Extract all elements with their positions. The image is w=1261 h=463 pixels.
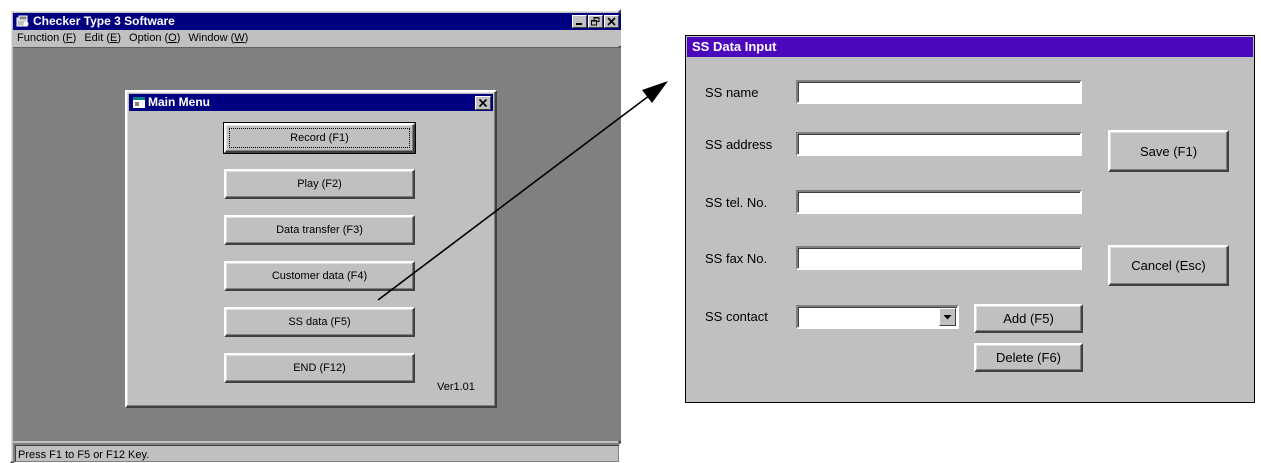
restore-button[interactable] bbox=[588, 15, 603, 28]
version-label: Ver1.01 bbox=[437, 381, 475, 393]
app-titlebar[interactable]: Checker Type 3 Software bbox=[13, 13, 621, 30]
main-menu-title: Main Menu bbox=[148, 95, 210, 109]
menu-window-key: W bbox=[234, 32, 245, 44]
menu-window[interactable]: Window (W) bbox=[184, 31, 252, 45]
menu-edit-label: Edit bbox=[84, 32, 107, 44]
ss-data-button[interactable]: SS data (F5) bbox=[224, 307, 415, 337]
ss-contact-dropdown-button[interactable] bbox=[939, 308, 956, 326]
app-icon bbox=[16, 15, 30, 28]
ss-address-label: SS address bbox=[705, 137, 773, 152]
ss-contact-select[interactable] bbox=[796, 305, 959, 329]
status-bar: Press F1 to F5 or F12 Key. bbox=[13, 443, 621, 463]
data-transfer-button[interactable]: Data transfer (F3) bbox=[224, 215, 415, 245]
minimize-button[interactable] bbox=[572, 15, 587, 28]
menu-function-paren-close: ) bbox=[72, 32, 77, 44]
end-button[interactable]: END (F12) bbox=[224, 353, 415, 383]
cancel-button[interactable]: Cancel (Esc) bbox=[1108, 245, 1229, 286]
ss-data-input-title: SS Data Input bbox=[692, 39, 777, 54]
save-button-label: Save (F1) bbox=[1139, 143, 1198, 159]
menu-bar: Function (F) Edit (E) Option (O) Window … bbox=[13, 30, 621, 46]
main-menu-window: Main Menu Record (F1) Play (F2) Data tra… bbox=[125, 90, 497, 408]
data-transfer-button-label: Data transfer (F3) bbox=[276, 224, 363, 236]
minimize-icon bbox=[576, 23, 582, 25]
add-button[interactable]: Add (F5) bbox=[974, 304, 1083, 333]
menu-function-label: Function bbox=[17, 32, 63, 44]
customer-data-button-label: Customer data (F4) bbox=[271, 270, 368, 282]
ss-fax-input[interactable] bbox=[796, 246, 1082, 270]
restore-icon bbox=[591, 17, 600, 26]
menu-window-label: Window bbox=[188, 32, 231, 44]
menu-option[interactable]: Option (O) bbox=[125, 31, 184, 45]
end-button-label: END (F12) bbox=[293, 362, 346, 374]
play-button[interactable]: Play (F2) bbox=[224, 169, 415, 199]
status-text: Press F1 to F5 or F12 Key. bbox=[18, 449, 150, 461]
window-icon bbox=[132, 96, 146, 112]
menu-option-key: O bbox=[168, 32, 177, 44]
ss-data-input-window: SS Data Input SS name SS address SS tel.… bbox=[685, 35, 1255, 403]
ss-data-input-titlebar[interactable]: SS Data Input bbox=[687, 37, 1253, 57]
ss-address-input[interactable] bbox=[796, 132, 1082, 156]
menu-option-label: Option bbox=[129, 32, 165, 44]
menu-window-paren-close: ) bbox=[244, 32, 249, 44]
play-button-label: Play (F2) bbox=[297, 178, 342, 190]
app-title: Checker Type 3 Software bbox=[33, 14, 175, 28]
ss-contact-label: SS contact bbox=[705, 309, 768, 324]
delete-button[interactable]: Delete (F6) bbox=[974, 343, 1083, 372]
menu-function-key: F bbox=[65, 32, 73, 44]
main-menu-titlebar[interactable]: Main Menu bbox=[129, 94, 493, 111]
menu-edit-paren-close: ) bbox=[117, 32, 122, 44]
ss-tel-input[interactable] bbox=[796, 190, 1082, 214]
main-menu-close-button[interactable] bbox=[475, 96, 491, 110]
ss-tel-label: SS tel. No. bbox=[705, 195, 768, 210]
ss-data-button-label: SS data (F5) bbox=[288, 316, 351, 328]
customer-data-button[interactable]: Customer data (F4) bbox=[224, 261, 415, 291]
window-controls bbox=[571, 15, 619, 28]
add-button-label: Add (F5) bbox=[1003, 311, 1054, 326]
record-button[interactable]: Record (F1) bbox=[223, 122, 416, 154]
menu-function[interactable]: Function (F) bbox=[13, 31, 80, 45]
close-icon bbox=[607, 17, 616, 26]
save-button[interactable]: Save (F1) bbox=[1108, 130, 1229, 172]
ss-name-input[interactable] bbox=[796, 80, 1082, 104]
menu-option-paren-close: ) bbox=[176, 32, 181, 44]
record-button-label: Record (F1) bbox=[290, 132, 349, 144]
cancel-button-label: Cancel (Esc) bbox=[1131, 258, 1206, 273]
mdi-workspace: Main Menu Record (F1) Play (F2) Data tra… bbox=[13, 47, 621, 441]
ss-fax-label: SS fax No. bbox=[705, 251, 768, 266]
menu-edit[interactable]: Edit (E) bbox=[80, 31, 125, 45]
ss-name-label: SS name bbox=[705, 85, 759, 100]
app-window: Checker Type 3 Software Function (F) Edi… bbox=[9, 9, 621, 463]
close-icon bbox=[478, 98, 488, 108]
close-button[interactable] bbox=[604, 15, 619, 28]
delete-button-label: Delete (F6) bbox=[995, 350, 1062, 365]
dropdown-arrow-icon bbox=[943, 315, 952, 320]
